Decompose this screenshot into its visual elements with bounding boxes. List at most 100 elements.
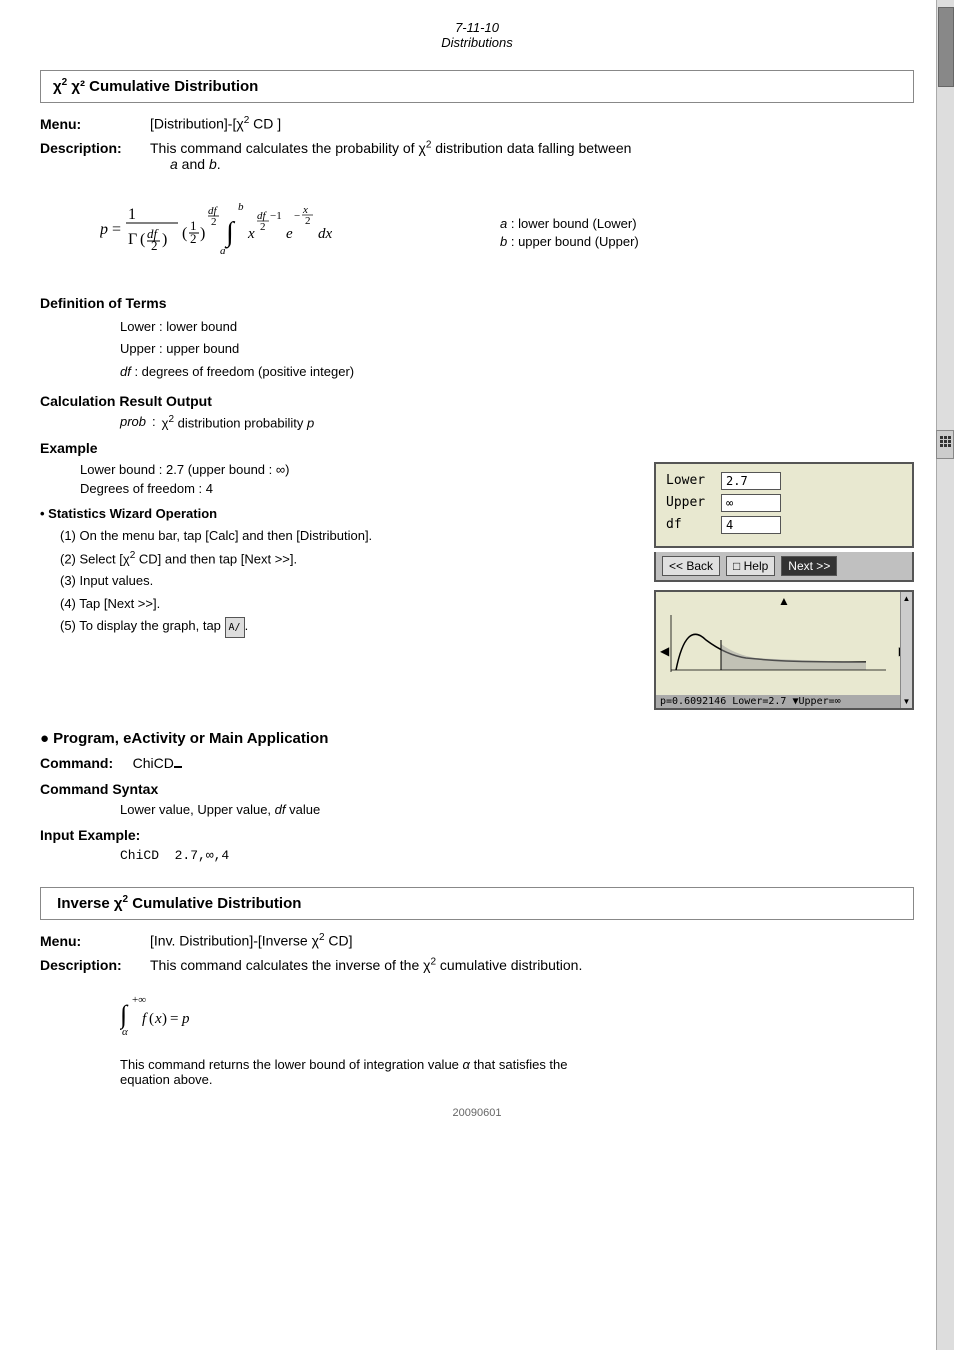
svg-text:α: α	[122, 1026, 128, 1038]
page-scrollbar[interactable]	[936, 0, 954, 1350]
graph-upper: ▼Upper=∞	[792, 696, 840, 707]
command-row: Command: ChiCD	[40, 755, 914, 771]
step-1: (1) On the menu bar, tap [Calc] and then…	[60, 525, 634, 547]
steps-list: (1) On the menu bar, tap [Calc] and then…	[60, 525, 634, 638]
svg-text:p: p	[181, 1011, 190, 1027]
svg-text:): )	[162, 1011, 167, 1027]
menu-label: Menu:	[40, 116, 150, 132]
inverse-desc-content: This command calculates the inverse of t…	[150, 957, 914, 974]
scroll-up-icon: ▲	[903, 594, 911, 603]
svg-text:∫: ∫	[224, 217, 236, 249]
lower-screen-value[interactable]: 2.7	[721, 472, 781, 490]
svg-text:a: a	[220, 245, 226, 257]
graph-scrollbar[interactable]: ▲ ▼	[900, 592, 912, 708]
menu-row: Menu: [Distribution]-[χ2 CD ]	[40, 115, 914, 132]
program-title: Program, eActivity or Main Application	[40, 730, 914, 747]
wizard-title: • Statistics Wizard Operation	[40, 506, 634, 521]
sidebar-icon	[936, 430, 954, 459]
svg-text:2: 2	[211, 216, 217, 228]
inverse-desc-line2: equation above.	[120, 1072, 914, 1087]
desc-label: Description:	[40, 140, 150, 156]
inverse-chi-title: Inverse χ2 Cumulative Distribution	[53, 895, 301, 912]
term-df: df : degrees of freedom (positive intege…	[120, 361, 914, 383]
inverse-menu-label: Menu:	[40, 933, 150, 949]
formula-note-a: a : lower bound (Lower)	[500, 216, 639, 231]
calc-input-screen: Lower 2.7 Upper ∞ df 4	[654, 462, 914, 548]
graph-screen: ▲ ◀ ▶ p=0.6092146 Lower=2.7	[654, 590, 914, 710]
inverse-desc-row: Description: This command calculates the…	[40, 957, 914, 974]
syntax-value: Lower value, Upper value, df value	[120, 802, 320, 817]
svg-text:−: −	[294, 210, 300, 222]
chicd-box	[174, 766, 182, 768]
calc-result-content: prob : χ2 distribution probability p	[120, 414, 914, 430]
step-4: (4) Tap [Next >>].	[60, 593, 634, 615]
chi-graph-curve	[666, 610, 896, 685]
formula-svg: p = 1 Γ ( df 2 ) ( 1 2 ) df 2 ∫ b a	[100, 186, 440, 276]
svg-text:e: e	[286, 226, 293, 242]
header-line1: 7-11-10	[40, 20, 914, 35]
inverse-chi-box: Inverse χ2 Cumulative Distribution	[40, 887, 914, 920]
graph-lower: Lower=2.7	[732, 696, 786, 707]
step-3: (3) Input values.	[60, 570, 634, 592]
example-line1: Lower bound : 2.7 (upper bound : ∞)	[80, 462, 634, 477]
footer-date: 20090601	[453, 1107, 502, 1119]
program-section: Program, eActivity or Main Application C…	[40, 730, 914, 863]
svg-text:b: b	[238, 201, 244, 213]
description-row: Description: This command calculates the…	[40, 140, 914, 173]
graph-status-bar: p=0.6092146 Lower=2.7 ▼Upper=∞	[656, 695, 912, 708]
upper-screen-label: Upper	[666, 495, 721, 510]
desc-text: This command calculates the probability …	[150, 140, 631, 156]
upper-row: Upper ∞	[666, 494, 902, 512]
inverse-menu-row: Menu: [Inv. Distribution]-[Inverse χ2 CD…	[40, 932, 914, 949]
svg-text:Γ: Γ	[128, 231, 137, 248]
svg-text:2: 2	[305, 215, 311, 227]
example-text-block: Lower bound : 2.7 (upper bound : ∞) Degr…	[40, 462, 634, 638]
scroll-down-icon: ▼	[903, 697, 911, 706]
inverse-formula-svg: ∫ +∞ α f ( x ) = p	[120, 985, 240, 1040]
chi-cumulative-title: χ2 χ² Cumulative Distribution	[53, 78, 258, 95]
term-lower: Lower : lower bound	[120, 316, 914, 338]
header-line2: Distributions	[40, 35, 914, 50]
svg-text:(: (	[140, 231, 145, 248]
page-footer: 20090601	[40, 1107, 914, 1119]
scrollbar-thumb	[938, 7, 954, 87]
example-content: Lower bound : 2.7 (upper bound : ∞) Degr…	[40, 462, 914, 710]
lower-screen-label: Lower	[666, 473, 721, 488]
formula-note-b: b : upper bound (Upper)	[500, 234, 639, 249]
step-5: (5) To display the graph, tap A/.	[60, 615, 634, 638]
graph-icon-ref: A/	[225, 617, 245, 638]
menu-value: [Distribution]-[χ2 CD ]	[150, 115, 281, 132]
terms-list: Lower : lower bound Upper : upper bound …	[120, 316, 914, 382]
prob-line: prob : χ2 distribution probability p	[120, 414, 914, 430]
calc-result-title: Calculation Result Output	[40, 393, 914, 409]
svg-text:x: x	[154, 1011, 162, 1027]
df-screen-label: df	[666, 517, 721, 532]
svg-text:2: 2	[260, 221, 266, 233]
inverse-desc-text: This command calculates the inverse of t…	[150, 957, 582, 973]
upper-screen-value[interactable]: ∞	[721, 494, 781, 512]
def-terms-title: Definition of Terms	[40, 295, 914, 311]
svg-text:dx: dx	[318, 226, 333, 242]
grid-icon	[939, 435, 953, 449]
input-example-value: ChiCD 2.7,∞,4	[120, 848, 914, 863]
help-button[interactable]: □ Help	[726, 556, 775, 576]
formula-area: p = 1 Γ ( df 2 ) ( 1 2 ) df 2 ∫ b a	[100, 186, 914, 281]
page-header: 7-11-10 Distributions	[40, 20, 914, 50]
svg-text:p: p	[100, 221, 108, 238]
calc-button-bar: << Back □ Help Next >>	[654, 552, 914, 582]
back-button[interactable]: << Back	[662, 556, 720, 576]
svg-text:): )	[162, 231, 167, 248]
input-example-title: Input Example:	[40, 827, 914, 843]
svg-text:(: (	[182, 225, 187, 242]
svg-text:(: (	[149, 1011, 154, 1027]
svg-text:2: 2	[190, 231, 197, 246]
command-label: Command:	[40, 755, 113, 771]
next-button[interactable]: Next >>	[781, 556, 837, 576]
term-upper: Upper : upper bound	[120, 338, 914, 360]
formula-notes: a : lower bound (Lower) b : upper bound …	[500, 216, 639, 252]
graph-prob: p=0.6092146	[660, 696, 726, 707]
svg-text:f: f	[142, 1011, 148, 1027]
graph-arrow-up: ▲	[778, 594, 790, 609]
df-screen-value[interactable]: 4	[721, 516, 781, 534]
inverse-formula: ∫ +∞ α f ( x ) = p	[120, 985, 914, 1045]
